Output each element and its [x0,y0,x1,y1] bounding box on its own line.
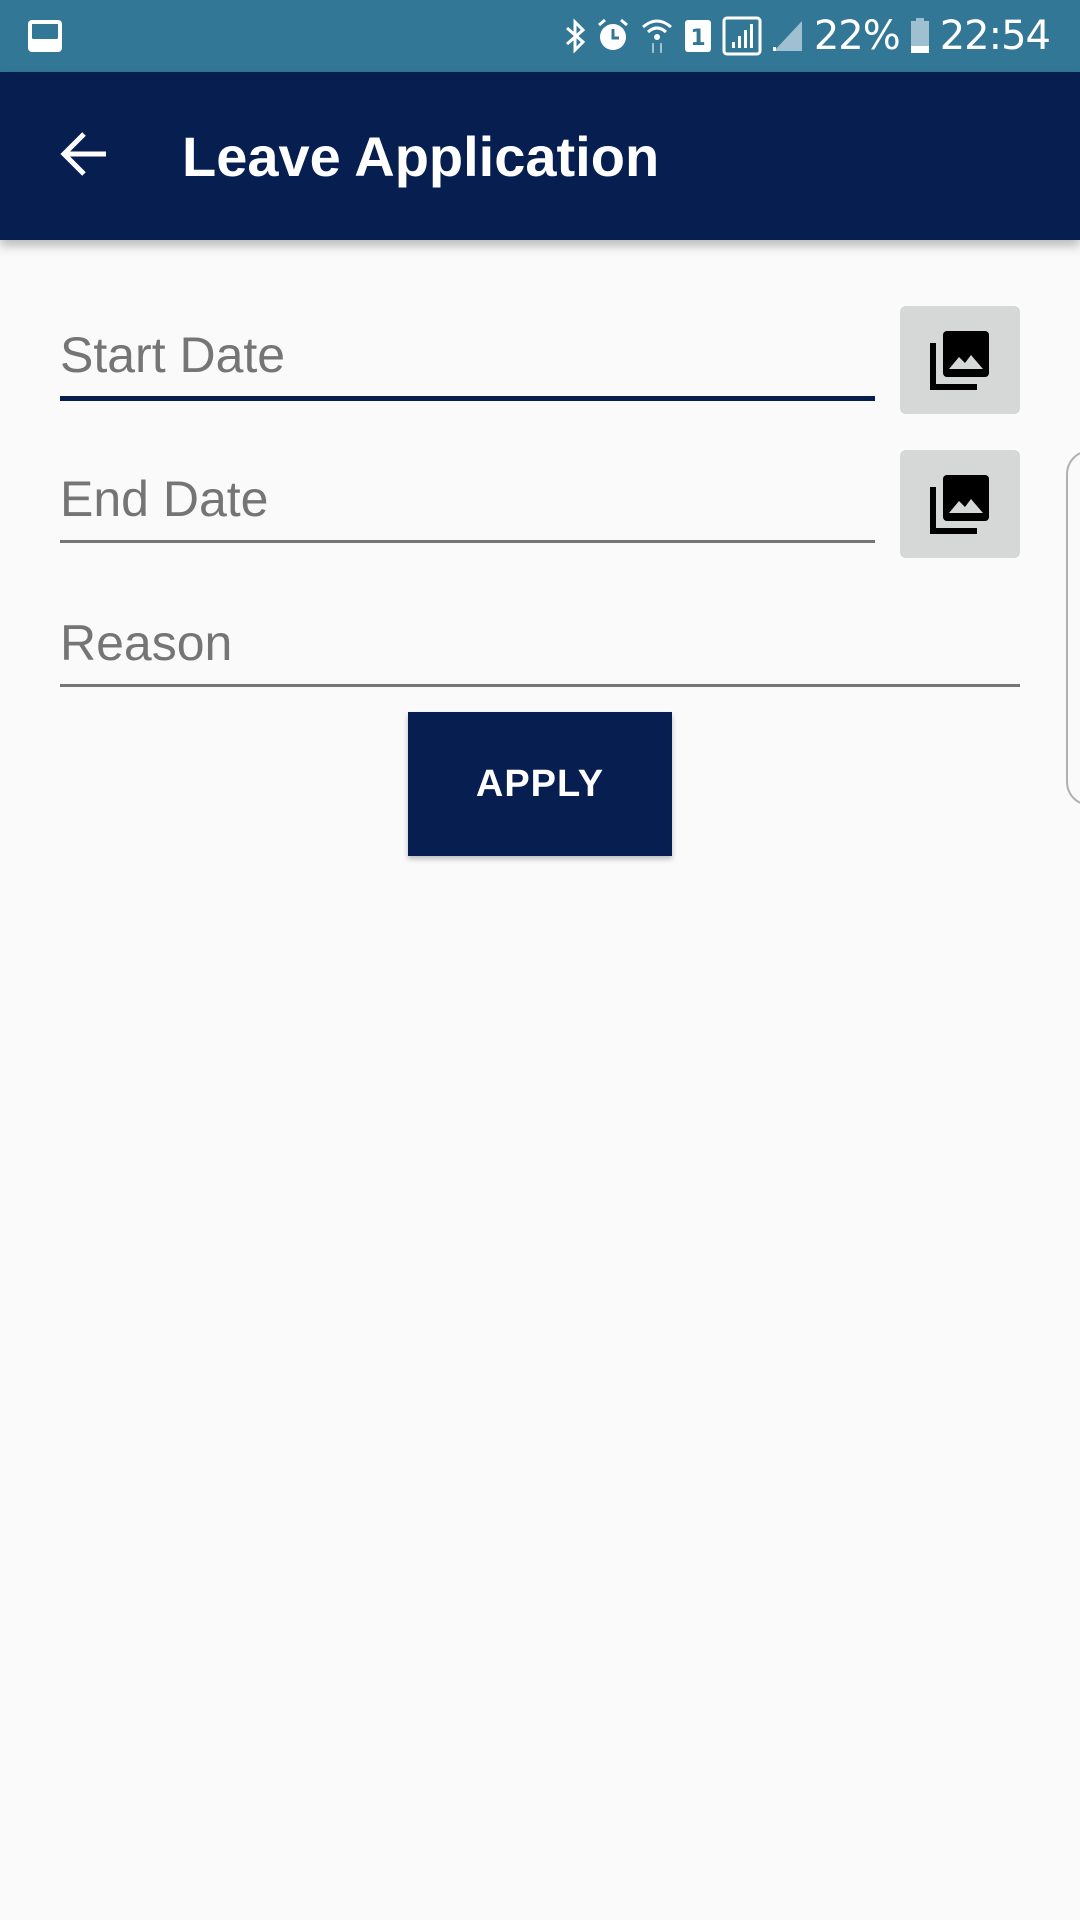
signal-2-icon [772,21,802,51]
gallery-notification-icon [28,20,62,52]
photo-library-icon [930,475,989,534]
app-toolbar: Leave Application [0,72,1080,240]
start-date-field[interactable]: Start Date [60,326,285,384]
battery-icon [910,18,929,53]
sim-1-icon: 1 [684,20,711,52]
svg-text:1: 1 [690,26,705,51]
end-date-field[interactable]: End Date [60,470,268,528]
edge-panel-handle[interactable] [1066,450,1080,806]
clock: 22:54 [939,13,1051,59]
bluetooth-icon [565,18,586,54]
alarm-icon [597,18,628,50]
wifi-icon [641,19,672,53]
reason-underline [60,684,1020,687]
photo-library-icon [930,331,989,390]
status-bar: 1 22% 22:54 [0,0,1080,72]
apply-button[interactable]: APPLY [408,712,672,856]
arrow-back-icon[interactable] [58,128,110,180]
start-date-picker-button[interactable] [900,306,1020,414]
end-date-underline [60,540,875,543]
end-date-picker-button[interactable] [900,450,1020,558]
signal-icon [722,16,762,56]
reason-field[interactable]: Reason [60,614,232,672]
start-date-underline [60,396,875,401]
battery-percent: 22% [813,13,901,59]
page-title: Leave Application [182,125,660,188]
